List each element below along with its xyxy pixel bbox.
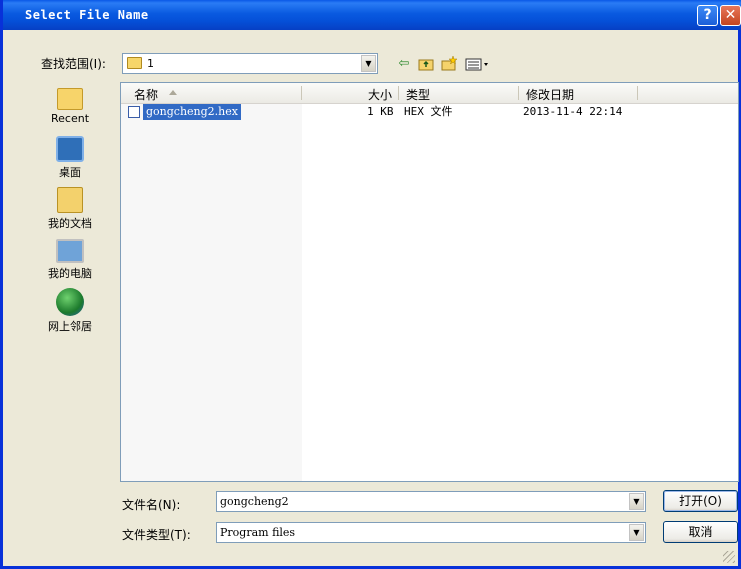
- place-label: 桌面: [59, 166, 81, 179]
- views-menu-icon[interactable]: [464, 55, 490, 73]
- column-divider[interactable]: [301, 86, 302, 100]
- list-header: 名称 大小 类型 修改日期: [121, 83, 738, 104]
- file-name[interactable]: gongcheng2.hex: [143, 104, 241, 120]
- up-folder-icon[interactable]: [417, 55, 435, 73]
- network-places-icon: [56, 288, 84, 316]
- column-header-modified[interactable]: 修改日期: [526, 86, 574, 103]
- filetype-value: Program files: [220, 526, 296, 539]
- hex-file-icon: [128, 106, 140, 118]
- filename-value: gongcheng2: [220, 495, 289, 508]
- chevron-down-icon[interactable]: ▼: [629, 493, 644, 510]
- file-modified: 2013-11-4 22:14: [523, 105, 623, 118]
- resize-grip-icon[interactable]: [723, 551, 735, 563]
- close-button[interactable]: ✕: [720, 5, 741, 26]
- place-label: Recent: [50, 112, 90, 125]
- place-label: 我的电脑: [48, 267, 92, 280]
- filename-input[interactable]: gongcheng2 ▼: [216, 491, 646, 512]
- chevron-down-icon[interactable]: ▼: [629, 524, 644, 541]
- file-type: HEX 文件: [404, 105, 453, 118]
- back-arrow-icon[interactable]: ⇦: [395, 55, 413, 73]
- desktop-icon: [56, 136, 84, 162]
- filename-label: 文件名(N):: [122, 498, 181, 512]
- help-button[interactable]: ?: [697, 5, 718, 26]
- look-in-dropdown[interactable]: 1 ▼: [122, 53, 378, 74]
- filetype-label: 文件类型(T):: [122, 528, 191, 542]
- open-button[interactable]: 打开(O): [663, 490, 738, 512]
- folder-icon: [127, 57, 142, 69]
- my-documents-icon: [57, 187, 83, 213]
- window-title: Select File Name: [25, 8, 149, 22]
- file-dialog-window: Select File Name ? ✕ 查找范围(I): 1 ▼ ⇦ Rece…: [0, 0, 741, 569]
- column-header-name[interactable]: 名称: [134, 86, 158, 103]
- place-network[interactable]: 网上邻居: [39, 288, 101, 334]
- column-divider[interactable]: [398, 86, 399, 100]
- place-label: 网上邻居: [48, 320, 92, 333]
- column-divider[interactable]: [518, 86, 519, 100]
- file-list[interactable]: 名称 大小 类型 修改日期 gongcheng2.hex 1 KB HEX 文件…: [120, 82, 739, 482]
- filetype-dropdown[interactable]: Program files ▼: [216, 522, 646, 543]
- place-label: 我的文档: [48, 217, 92, 230]
- column-header-size[interactable]: 大小: [368, 86, 392, 103]
- place-my-documents[interactable]: 我的文档: [39, 187, 101, 231]
- sorted-column-shade: [121, 103, 302, 481]
- file-size: 1 KB: [367, 105, 394, 118]
- title-bar[interactable]: Select File Name ? ✕: [3, 0, 741, 30]
- file-row[interactable]: gongcheng2.hex 1 KB HEX 文件 2013-11-4 22:…: [121, 104, 738, 120]
- new-folder-icon[interactable]: [440, 55, 458, 73]
- sort-ascending-icon: [169, 90, 177, 95]
- place-my-computer[interactable]: 我的电脑: [39, 239, 101, 281]
- column-header-type[interactable]: 类型: [406, 86, 430, 103]
- column-divider[interactable]: [637, 86, 638, 100]
- place-desktop[interactable]: 桌面: [39, 136, 101, 180]
- place-recent[interactable]: Recent: [39, 88, 101, 125]
- recent-folder-icon: [57, 88, 83, 110]
- cancel-button[interactable]: 取消: [663, 521, 738, 543]
- chevron-down-icon[interactable]: ▼: [361, 55, 376, 72]
- look-in-value: 1: [147, 57, 154, 70]
- my-computer-icon: [56, 239, 84, 263]
- look-in-label: 查找范围(I):: [41, 57, 106, 71]
